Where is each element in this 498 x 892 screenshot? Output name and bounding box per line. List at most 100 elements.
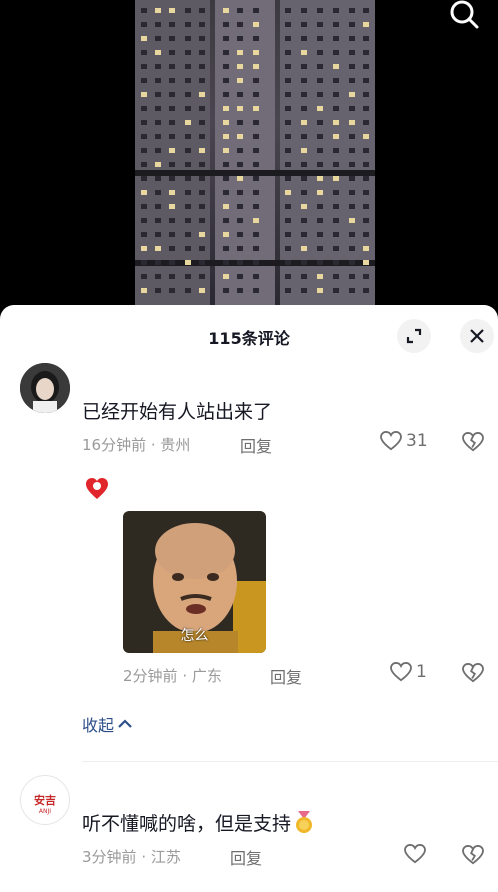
building-window bbox=[349, 288, 355, 293]
building-window bbox=[317, 232, 323, 237]
building-window bbox=[199, 78, 205, 83]
building-window bbox=[333, 204, 339, 209]
comment-text-content: 听不懂喊的啥，但是支持 bbox=[82, 813, 292, 835]
building-window bbox=[285, 246, 291, 251]
building-window bbox=[253, 204, 259, 209]
building-window bbox=[199, 148, 205, 153]
dislike-button[interactable] bbox=[462, 431, 484, 456]
building-window bbox=[223, 274, 229, 279]
building-window bbox=[237, 260, 243, 265]
building-window bbox=[155, 274, 161, 279]
building-window bbox=[301, 92, 307, 97]
reply-button[interactable]: 回复 bbox=[270, 664, 302, 688]
search-button[interactable] bbox=[448, 0, 488, 30]
building-window bbox=[155, 22, 161, 27]
close-button[interactable] bbox=[460, 319, 494, 353]
building-window bbox=[199, 246, 205, 251]
building-window bbox=[285, 22, 291, 27]
broken-heart-icon bbox=[462, 844, 484, 865]
building-window bbox=[199, 106, 205, 111]
building-window bbox=[155, 92, 161, 97]
building-window bbox=[199, 64, 205, 69]
avatar[interactable]: 安吉 ANJI bbox=[20, 775, 70, 825]
comment-meta: 16分钟前 · 贵州 bbox=[82, 436, 191, 454]
building-window bbox=[185, 162, 191, 167]
building-window bbox=[301, 8, 307, 13]
building-window bbox=[237, 176, 243, 181]
building-window bbox=[237, 232, 243, 237]
avatar[interactable] bbox=[20, 363, 70, 413]
like-button[interactable] bbox=[404, 844, 430, 864]
building-window bbox=[185, 274, 191, 279]
building-window bbox=[363, 64, 369, 69]
like-button[interactable]: 1 bbox=[390, 662, 427, 682]
building-window bbox=[169, 260, 175, 265]
building-window bbox=[301, 176, 307, 181]
building-window bbox=[185, 176, 191, 181]
building-window bbox=[349, 106, 355, 111]
heart-icon bbox=[380, 431, 402, 451]
building-window bbox=[237, 148, 243, 153]
building-window bbox=[155, 120, 161, 125]
building-window bbox=[317, 148, 323, 153]
building-window bbox=[317, 176, 323, 181]
building-window bbox=[141, 232, 147, 237]
building-window bbox=[363, 50, 369, 55]
expand-button[interactable] bbox=[397, 319, 431, 353]
building-window bbox=[155, 134, 161, 139]
building-window bbox=[317, 246, 323, 251]
collapse-replies-button[interactable]: 收起 bbox=[82, 712, 132, 736]
building-window bbox=[169, 162, 175, 167]
building-window bbox=[333, 120, 339, 125]
building-window bbox=[141, 92, 147, 97]
comment-location: 江苏 bbox=[150, 848, 181, 866]
building-window bbox=[363, 232, 369, 237]
building-window bbox=[253, 274, 259, 279]
building-window bbox=[141, 274, 147, 279]
building-window bbox=[285, 120, 291, 125]
building-window bbox=[253, 232, 259, 237]
dislike-button[interactable] bbox=[462, 844, 484, 869]
building-window bbox=[169, 288, 175, 293]
building-window bbox=[141, 8, 147, 13]
building-window bbox=[317, 162, 323, 167]
sticker-image[interactable]: 怎么 bbox=[123, 511, 266, 653]
divider bbox=[82, 761, 498, 762]
building-window bbox=[199, 162, 205, 167]
building-window bbox=[253, 246, 259, 251]
reply-button[interactable]: 回复 bbox=[240, 433, 272, 457]
building-window bbox=[199, 288, 205, 293]
building-window bbox=[349, 204, 355, 209]
comment-time: 16分钟前 bbox=[82, 436, 147, 454]
building-window bbox=[185, 50, 191, 55]
building-window bbox=[285, 148, 291, 153]
video-player[interactable] bbox=[0, 0, 498, 305]
building-window bbox=[349, 260, 355, 265]
building-window bbox=[363, 148, 369, 153]
building-window bbox=[237, 64, 243, 69]
building-window bbox=[223, 232, 229, 237]
building-window bbox=[363, 288, 369, 293]
building-window bbox=[141, 246, 147, 251]
building-window bbox=[185, 134, 191, 139]
building-window bbox=[185, 148, 191, 153]
building-window bbox=[349, 36, 355, 41]
chevron-up-icon bbox=[118, 719, 132, 728]
dislike-button[interactable] bbox=[462, 662, 484, 687]
building-window bbox=[285, 8, 291, 13]
building-window bbox=[169, 148, 175, 153]
avatar[interactable] bbox=[83, 475, 111, 503]
reply-button[interactable]: 回复 bbox=[230, 845, 262, 869]
building-window bbox=[223, 22, 229, 27]
like-button[interactable]: 31 bbox=[380, 431, 428, 451]
building-window bbox=[317, 204, 323, 209]
building-window bbox=[363, 22, 369, 27]
expand-icon bbox=[406, 328, 422, 344]
building-window bbox=[349, 246, 355, 251]
building-window bbox=[141, 148, 147, 153]
building-window bbox=[223, 176, 229, 181]
building-window bbox=[141, 176, 147, 181]
building-window bbox=[363, 8, 369, 13]
building-window bbox=[141, 78, 147, 83]
building-window bbox=[333, 162, 339, 167]
